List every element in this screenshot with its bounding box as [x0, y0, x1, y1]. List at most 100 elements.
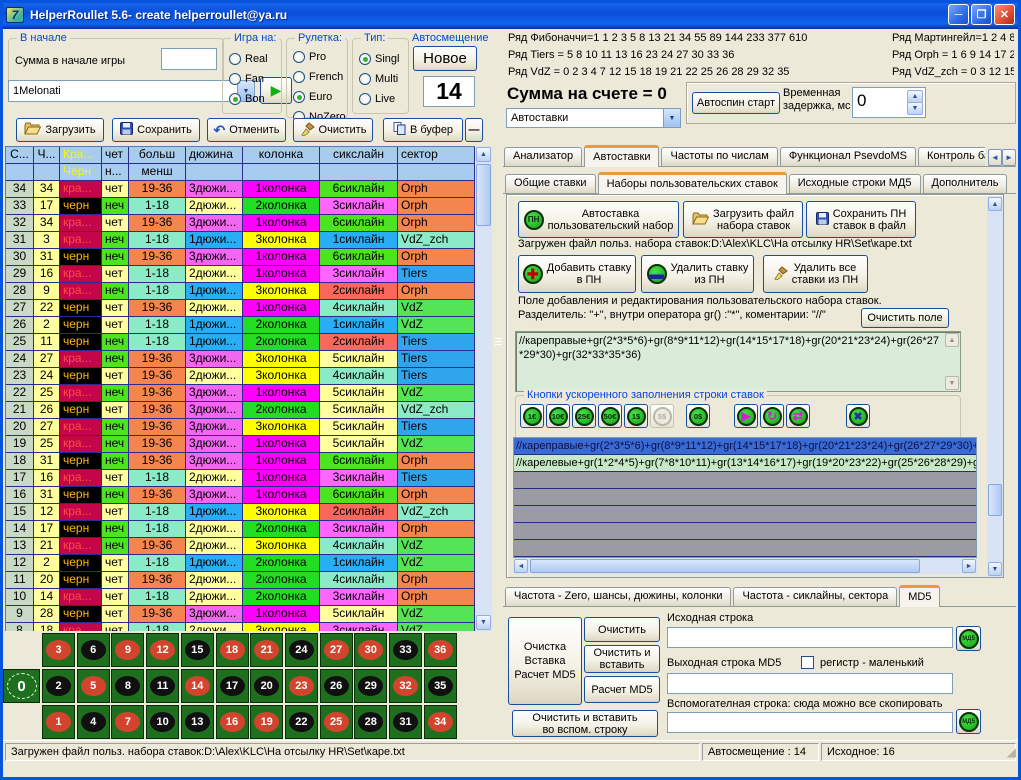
toolbar-buffer-button[interactable]: В буфер: [383, 118, 463, 142]
md5-calc-button[interactable]: Расчет MD5: [584, 676, 660, 703]
add-bet-button[interactable]: ✚ Добавить ставку в ПН: [518, 255, 636, 293]
tab-частота-сиклайны-сектора[interactable]: Частота - сиклайны, сектора: [733, 587, 897, 606]
scroll-down-icon[interactable]: ▼: [945, 376, 959, 390]
table-row[interactable]: 2126чернчет19-363дюжи...2колонка5сиклайн…: [6, 402, 475, 419]
md5-aux-input[interactable]: [667, 712, 953, 733]
tab-scroll-left-icon[interactable]: ◄: [988, 149, 1002, 166]
bet-10eur-button[interactable]: 10€: [546, 404, 570, 428]
roulette-cell-22[interactable]: 22: [285, 705, 318, 739]
lowercase-checkbox[interactable]: [801, 656, 814, 669]
tab-исходные-строки-мд5[interactable]: Исходные строки МД5: [789, 174, 921, 193]
roulette-cell-14[interactable]: 14: [181, 669, 214, 703]
bet-1usd-button[interactable]: 1$: [624, 404, 648, 428]
roulette-cell-13[interactable]: 13: [181, 705, 214, 739]
table-row[interactable]: 2511черннеч1-181дюжи...2колонка2сиклайнT…: [6, 334, 475, 351]
roulette-cell-17[interactable]: 17: [216, 669, 249, 703]
table-row[interactable]: 289кра...неч1-181дюжи...3колонка2сиклайн…: [6, 283, 475, 300]
autobets-combobox[interactable]: Автоставки ▼: [506, 108, 681, 128]
preset-combobox[interactable]: 1Melonati ▼: [8, 80, 255, 102]
table-row[interactable]: 928чернчет19-363дюжи...1колонка5сиклайнV…: [6, 606, 475, 623]
md5-clear-paste-aux-button[interactable]: Очистить и вставить во вспом. строку: [512, 710, 658, 737]
maximize-button[interactable]: ❐: [971, 4, 992, 25]
bet-0usd-button[interactable]: 0$: [686, 404, 710, 428]
roulette-cell-11[interactable]: 11: [146, 669, 179, 703]
refresh-icon-button[interactable]: ↻: [760, 404, 784, 428]
table-row[interactable]: 2027кра...неч19-363дюжи...3колонка5сикла…: [6, 419, 475, 436]
roulette-cell-28[interactable]: 28: [354, 705, 387, 739]
toolbar-minus-button[interactable]: —: [465, 118, 483, 142]
scroll-down-icon[interactable]: ▼: [988, 562, 1002, 576]
tab-дополнитель[interactable]: Дополнитель: [923, 174, 1008, 193]
roulette-cell-35[interactable]: 35: [424, 669, 457, 703]
roulette-cell-10[interactable]: 10: [146, 705, 179, 739]
roulette-cell-3[interactable]: 3: [42, 633, 75, 667]
tab-функционал-psevdoms[interactable]: Функционал PsevdoMS: [780, 147, 916, 166]
table-row[interactable]: 262чернчет1-181дюжи...2колонка1сиклайнVd…: [6, 317, 475, 334]
tab-наборы-пользовательских-ставок[interactable]: Наборы пользовательских ставок: [598, 172, 787, 194]
table-row[interactable]: 1831черннеч19-363дюжи...1колонка6сиклайн…: [6, 453, 475, 470]
roulette-cell-1[interactable]: 1: [42, 705, 75, 739]
bets-list-row[interactable]: //карелевые+gr(1*2*4*5)+gr(7*8*10*11)+gr…: [514, 455, 976, 472]
roulette-cell-4[interactable]: 4: [77, 705, 110, 739]
table-row[interactable]: 1716кра...чет1-182дюжи...1колонка3сиклай…: [6, 470, 475, 487]
panel-scroll-thumb[interactable]: [988, 484, 1002, 516]
md5-run-aux-button[interactable]: МД5: [956, 709, 981, 734]
swap-icon-button[interactable]: ⇄: [786, 404, 810, 428]
table-row[interactable]: 3234кра...чет19-363дюжи...1колонка6сикла…: [6, 215, 475, 232]
scroll-up-icon[interactable]: ▲: [476, 147, 491, 162]
bet-1eur-button[interactable]: 1€: [520, 404, 544, 428]
bets-list-row[interactable]: [514, 540, 976, 557]
table-row[interactable]: 2722чернчет19-362дюжи...1колонка4сиклайн…: [6, 300, 475, 317]
radio-fan[interactable]: Fan: [229, 69, 279, 89]
scroll-up-icon[interactable]: ▲: [988, 197, 1002, 211]
bets-list-row[interactable]: [514, 472, 976, 489]
roulette-cell-8[interactable]: 8: [111, 669, 144, 703]
table-row[interactable]: 3434кра...чет19-363дюжи...1колонка6сикла…: [6, 181, 475, 198]
roulette-cell-20[interactable]: 20: [250, 669, 283, 703]
scroll-left-icon[interactable]: ◄: [514, 559, 528, 573]
md5-output-input[interactable]: [667, 673, 953, 694]
radio-multi[interactable]: Multi: [359, 69, 406, 89]
tab-частота-zero-шансы-дюжины-колонки[interactable]: Частота - Zero, шансы, дюжины, колонки: [505, 587, 731, 606]
autobet-user-set-button[interactable]: ПН Автоставка пользовательский набор: [518, 201, 679, 238]
roulette-cell-6[interactable]: 6: [77, 633, 110, 667]
roulette-cell-27[interactable]: 27: [320, 633, 353, 667]
bets-list-row[interactable]: //кареправые+gr(2*3*5*6)+gr(8*9*11*12)+g…: [514, 438, 976, 455]
table-row[interactable]: 2225кра...неч19-363дюжи...1колонка5сикла…: [6, 385, 475, 402]
roulette-cell-16[interactable]: 16: [216, 705, 249, 739]
roulette-cell-23[interactable]: 23: [285, 669, 318, 703]
list-scroll-thumb[interactable]: [530, 559, 920, 573]
autoshift-new-button[interactable]: Новое: [413, 46, 477, 71]
tab-анализатор[interactable]: Анализатор: [504, 147, 582, 166]
toolbar-undo-button[interactable]: ↶Отменить: [207, 118, 286, 142]
tab-scroll-right-icon[interactable]: ►: [1002, 149, 1016, 166]
tab-частоты-по-числам[interactable]: Частоты по числам: [661, 147, 777, 166]
roulette-cell-29[interactable]: 29: [354, 669, 387, 703]
table-row[interactable]: 1925кра...неч19-363дюжи...1колонка5сикла…: [6, 436, 475, 453]
roulette-cell-25[interactable]: 25: [320, 705, 353, 739]
delay-spinner[interactable]: 0 ▲ ▼: [852, 87, 926, 118]
table-scrollbar[interactable]: ▲ ▼: [475, 146, 492, 631]
bets-list-row[interactable]: [514, 523, 976, 540]
table-row[interactable]: 3317черннеч1-182дюжи...2колонка3сиклайнO…: [6, 198, 475, 215]
radio-bon[interactable]: Bon: [229, 89, 279, 109]
save-bet-set-button[interactable]: Сохранить ПН ставок в файл: [806, 201, 916, 238]
delete-bet-button[interactable]: ▬ Удалить ставку из ПН: [641, 255, 754, 293]
toolbar-clear-button[interactable]: Очистить: [293, 118, 373, 142]
radio-live[interactable]: Live: [359, 89, 406, 109]
table-row[interactable]: 3031черннеч19-363дюжи...1колонка6сиклайн…: [6, 249, 475, 266]
table-row[interactable]: 2324чернчет19-362дюжи...3колонка4сиклайн…: [6, 368, 475, 385]
play-icon-button[interactable]: ▶: [734, 404, 758, 428]
roulette-cell-0[interactable]: 0: [3, 669, 40, 703]
roulette-cell-21[interactable]: 21: [250, 633, 283, 667]
roulette-cell-34[interactable]: 34: [424, 705, 457, 739]
panel-vscrollbar[interactable]: ▲ ▼: [987, 196, 1003, 577]
table-row[interactable]: 122чернчет1-181дюжи...2колонка1сиклайнVd…: [6, 555, 475, 572]
roulette-cell-26[interactable]: 26: [320, 669, 353, 703]
bets-list-row[interactable]: [514, 489, 976, 506]
chevron-down-icon[interactable]: ▼: [663, 109, 680, 127]
md5-source-input[interactable]: [667, 627, 953, 648]
roulette-cell-30[interactable]: 30: [354, 633, 387, 667]
bet-edit-field[interactable]: //кареправые+gr(2*3*5*6)+gr(8*9*11*12)+g…: [515, 331, 961, 392]
tab-контроль-банкро[interactable]: Контроль банкро: [918, 147, 985, 166]
